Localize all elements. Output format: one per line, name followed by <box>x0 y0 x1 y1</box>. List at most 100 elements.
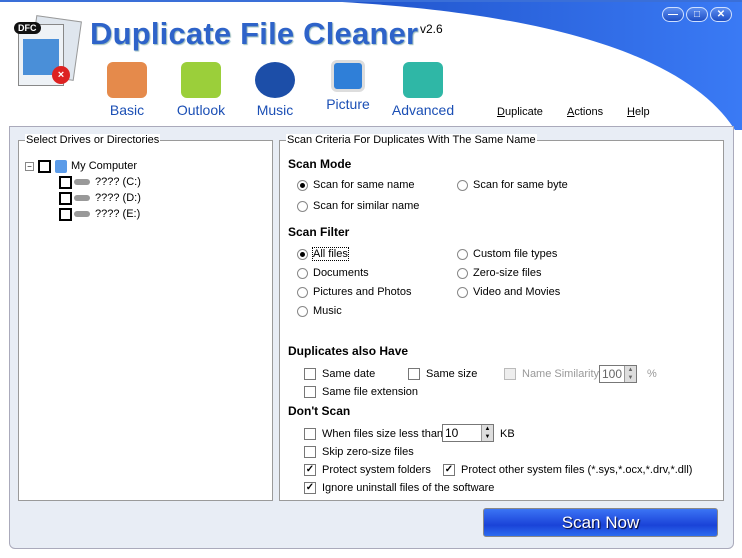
menu-label: uplicate <box>504 106 543 118</box>
advanced-icon <box>403 62 443 98</box>
protect-folders-checkbox[interactable]: ✓ Protect system folders <box>304 464 431 476</box>
radio-dot[interactable] <box>457 248 468 260</box>
radio-dot[interactable] <box>297 267 308 279</box>
tree-drive[interactable]: ???? (D:) <box>25 190 141 206</box>
drive-checkbox[interactable] <box>59 207 72 221</box>
headphones-icon <box>255 62 295 98</box>
skip-zero-checkbox[interactable]: Skip zero-size files <box>304 446 414 458</box>
radio-pictures[interactable]: Pictures and Photos <box>297 286 411 298</box>
same-date-checkbox[interactable]: Same date <box>304 368 375 380</box>
picture-icon <box>331 60 365 92</box>
radio-dot[interactable] <box>297 200 308 212</box>
drives-group: Select Drives or Directories − My Comput… <box>18 134 273 501</box>
name-similarity-checkbox[interactable]: Name Similarity <box>504 368 599 380</box>
unit-label: KB <box>500 428 515 440</box>
menu-duplicate[interactable]: Duplicate <box>497 106 543 118</box>
drive-tree: − My Computer ???? (C:) ???? (D:) ???? (… <box>25 158 141 222</box>
menu-accel: H <box>627 106 635 118</box>
tree-root[interactable]: − My Computer <box>25 158 141 174</box>
computer-icon <box>107 62 147 98</box>
radio-label: Pictures and Photos <box>313 286 412 298</box>
checkmark-icon[interactable]: ✓ <box>304 464 316 476</box>
checkbox-label: Same date <box>322 368 376 380</box>
menu-actions[interactable]: Actions <box>567 106 603 118</box>
checkbox-label: Name Similarity <box>522 368 600 380</box>
scan-mode-title: Scan Mode <box>288 157 352 171</box>
menu-label: elp <box>634 106 650 118</box>
radio-music[interactable]: Music <box>297 305 342 317</box>
close-button[interactable]: ✕ <box>710 7 732 22</box>
toolbar-outlook[interactable]: Outlook <box>166 62 236 118</box>
radio-label: Documents <box>313 267 369 279</box>
radio-dot[interactable] <box>457 286 468 298</box>
duplicates-title: Duplicates also Have <box>288 344 409 358</box>
spinner-arrows-icon[interactable]: ▲ ▼ <box>481 425 493 441</box>
radio-dot[interactable] <box>297 248 308 260</box>
toolbar-basic[interactable]: Basic <box>92 62 162 118</box>
checkbox-label: Skip zero-size files <box>322 446 414 458</box>
toolbar-music[interactable]: Music <box>240 62 310 118</box>
checkbox-label: Protect system folders <box>322 464 431 476</box>
same-size-checkbox[interactable]: Same size <box>408 368 477 380</box>
toolbar-label: Advanced <box>391 102 455 118</box>
toolbar-label: Outlook <box>176 102 226 118</box>
hard-drive-icon <box>74 195 90 201</box>
radio-same-name[interactable]: Scan for same name <box>297 179 415 191</box>
collapse-icon[interactable]: − <box>25 161 34 171</box>
checkbox-box[interactable] <box>504 368 516 380</box>
radio-custom-types[interactable]: Custom file types <box>457 248 557 260</box>
app-title: Duplicate File Cleaner <box>90 16 419 51</box>
checkmark-icon[interactable]: ✓ <box>443 464 455 476</box>
toolbar-picture[interactable]: Picture <box>313 60 383 112</box>
checkbox-box[interactable] <box>304 386 316 398</box>
toolbar-advanced[interactable]: Advanced <box>388 62 458 118</box>
checkbox-label: Ignore uninstall files of the software <box>322 482 495 494</box>
radio-label: Video and Movies <box>473 286 561 298</box>
tree-root-label: My Computer <box>71 160 138 172</box>
radio-label: Custom file types <box>473 248 558 260</box>
maximize-button[interactable]: □ <box>686 7 708 22</box>
drive-checkbox[interactable] <box>59 175 72 189</box>
checkbox-label: Same file extension <box>322 386 418 398</box>
checkbox-box[interactable] <box>304 368 316 380</box>
checkmark-icon[interactable]: ✓ <box>304 482 316 494</box>
radio-zero-size[interactable]: Zero-size files <box>457 267 541 279</box>
my-computer-checkbox[interactable] <box>38 159 51 173</box>
checkbox-box[interactable] <box>304 428 316 440</box>
radio-dot[interactable] <box>297 286 308 298</box>
checkbox-label: Same size <box>426 368 478 380</box>
drive-checkbox[interactable] <box>59 191 72 205</box>
toolbar-label: Music <box>256 102 294 118</box>
checkbox-label: When files size less than <box>322 428 444 440</box>
scan-now-button[interactable]: Scan Now <box>483 508 718 537</box>
tree-drive[interactable]: ???? (C:) <box>25 174 141 190</box>
ignore-uninstall-checkbox[interactable]: ✓ Ignore uninstall files of the software <box>304 482 494 494</box>
drive-label: ???? (D:) <box>95 192 141 204</box>
menu-help[interactable]: Help <box>627 106 650 118</box>
toolbar-label: Picture <box>326 96 370 112</box>
size-spinner[interactable]: 10 ▲ ▼ <box>442 424 494 442</box>
spinner-arrows-icon[interactable]: ▲ ▼ <box>624 366 636 382</box>
radio-documents[interactable]: Documents <box>297 267 369 279</box>
radio-similar-name[interactable]: Scan for similar name <box>297 200 419 212</box>
criteria-caption: Scan Criteria For Duplicates With The Sa… <box>286 134 537 146</box>
tree-drive[interactable]: ???? (E:) <box>25 206 141 222</box>
radio-dot[interactable] <box>457 179 468 191</box>
same-extension-checkbox[interactable]: Same file extension <box>304 386 418 398</box>
checkbox-box[interactable] <box>304 446 316 458</box>
size-less-than-checkbox[interactable]: When files size less than <box>304 428 443 440</box>
minimize-button[interactable]: — <box>662 7 684 22</box>
radio-all-files[interactable]: All files <box>297 247 349 261</box>
radio-dot[interactable] <box>297 305 308 317</box>
mail-icon <box>181 62 221 98</box>
radio-label: Zero-size files <box>473 267 542 279</box>
checkbox-box[interactable] <box>408 368 420 380</box>
radio-dot[interactable] <box>297 179 308 191</box>
drive-label: ???? (C:) <box>95 176 141 188</box>
name-similarity-spinner[interactable]: 100 ▲ ▼ <box>599 365 637 383</box>
radio-dot[interactable] <box>457 267 468 279</box>
radio-same-byte[interactable]: Scan for same byte <box>457 179 568 191</box>
protect-files-checkbox[interactable]: ✓ Protect other system files (*.sys,*.ocx… <box>443 464 692 476</box>
hard-drive-icon <box>74 179 90 185</box>
radio-video[interactable]: Video and Movies <box>457 286 560 298</box>
